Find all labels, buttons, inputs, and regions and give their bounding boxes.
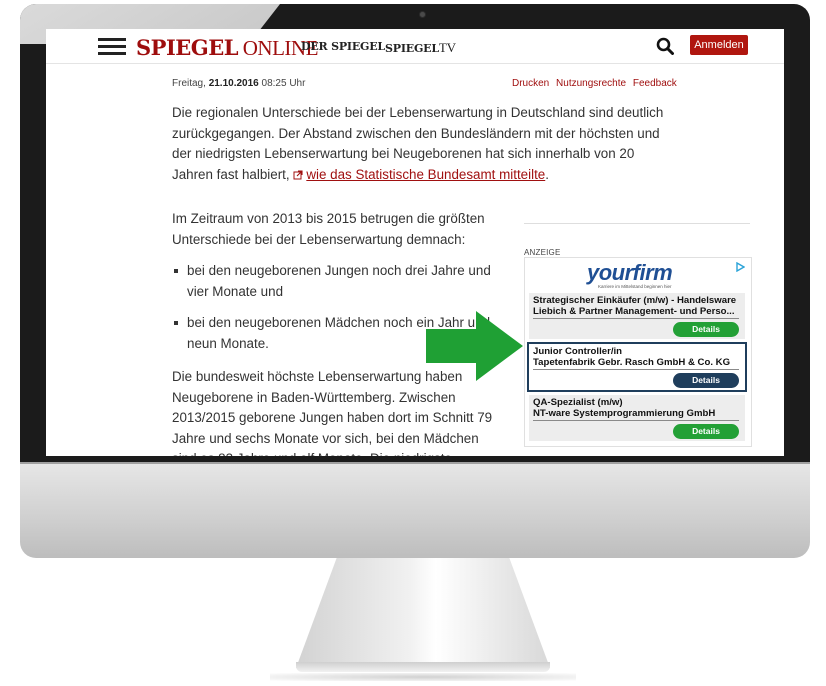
monitor-stand bbox=[296, 558, 550, 668]
details-button[interactable]: Details bbox=[673, 424, 739, 439]
feedback-link[interactable]: Feedback bbox=[633, 78, 677, 89]
list-item: bei den neugeborenen Jungen noch drei Ja… bbox=[172, 261, 492, 302]
job-listing[interactable]: Strategischer Einkäufer (m/w) - Handelsw… bbox=[529, 293, 745, 339]
green-arrow-icon bbox=[426, 311, 523, 381]
article-paragraph: Im Zeitraum von 2013 bis 2015 betrugen d… bbox=[172, 211, 485, 247]
stand-shadow bbox=[270, 673, 576, 681]
monitor-chin bbox=[20, 462, 810, 558]
webcam-icon bbox=[419, 11, 426, 18]
browser-screen: SPIEGEL ONLINE DER SPIEGEL SPIEGELTV Anm… bbox=[46, 29, 784, 456]
site-logo[interactable]: SPIEGEL ONLINE bbox=[136, 35, 318, 61]
job-listing-highlighted[interactable]: Junior Controller/in Tapetenfabrik Gebr.… bbox=[527, 342, 747, 392]
article-lead: Die regionalen Unterschiede bei der Lebe… bbox=[172, 105, 664, 182]
search-icon[interactable] bbox=[656, 37, 674, 55]
article-date: Freitag, 21.10.2016 08:25 Uhr bbox=[172, 78, 306, 89]
usage-rights-link[interactable]: Nutzungsrechte bbox=[556, 78, 626, 89]
article-tools: Drucken Nutzungsrechte Feedback bbox=[512, 78, 681, 89]
details-button[interactable]: Details bbox=[673, 322, 739, 337]
monitor-stand-base bbox=[296, 662, 550, 672]
job-listing[interactable]: QA-Spezialist (m/w) NT-ware Systemprogra… bbox=[529, 395, 745, 441]
ad-label: ANZEIGE bbox=[524, 248, 561, 257]
job-ad-widget: yourfirm Karriere im Mittelstand beginne… bbox=[524, 257, 752, 447]
login-button[interactable]: Anmelden bbox=[690, 35, 748, 55]
sidebar-divider bbox=[524, 223, 750, 224]
source-link[interactable]: wie das Statistische Bundesamt mitteilte bbox=[306, 167, 545, 182]
external-link-icon bbox=[293, 169, 303, 179]
yourfirm-logo[interactable]: yourfirm bbox=[587, 260, 673, 286]
menu-icon[interactable] bbox=[98, 38, 126, 55]
yourfirm-tagline: Karriere im Mittelstand beginnen hier bbox=[598, 284, 672, 289]
details-button[interactable]: Details bbox=[673, 373, 739, 388]
nav-link-spiegel-tv[interactable]: SPIEGELTV bbox=[385, 40, 456, 56]
print-link[interactable]: Drucken bbox=[512, 78, 549, 89]
nav-link-der-spiegel[interactable]: DER SPIEGEL bbox=[301, 40, 385, 53]
adchoices-icon[interactable] bbox=[735, 262, 745, 272]
site-header: SPIEGEL ONLINE DER SPIEGEL SPIEGELTV Anm… bbox=[46, 29, 784, 64]
